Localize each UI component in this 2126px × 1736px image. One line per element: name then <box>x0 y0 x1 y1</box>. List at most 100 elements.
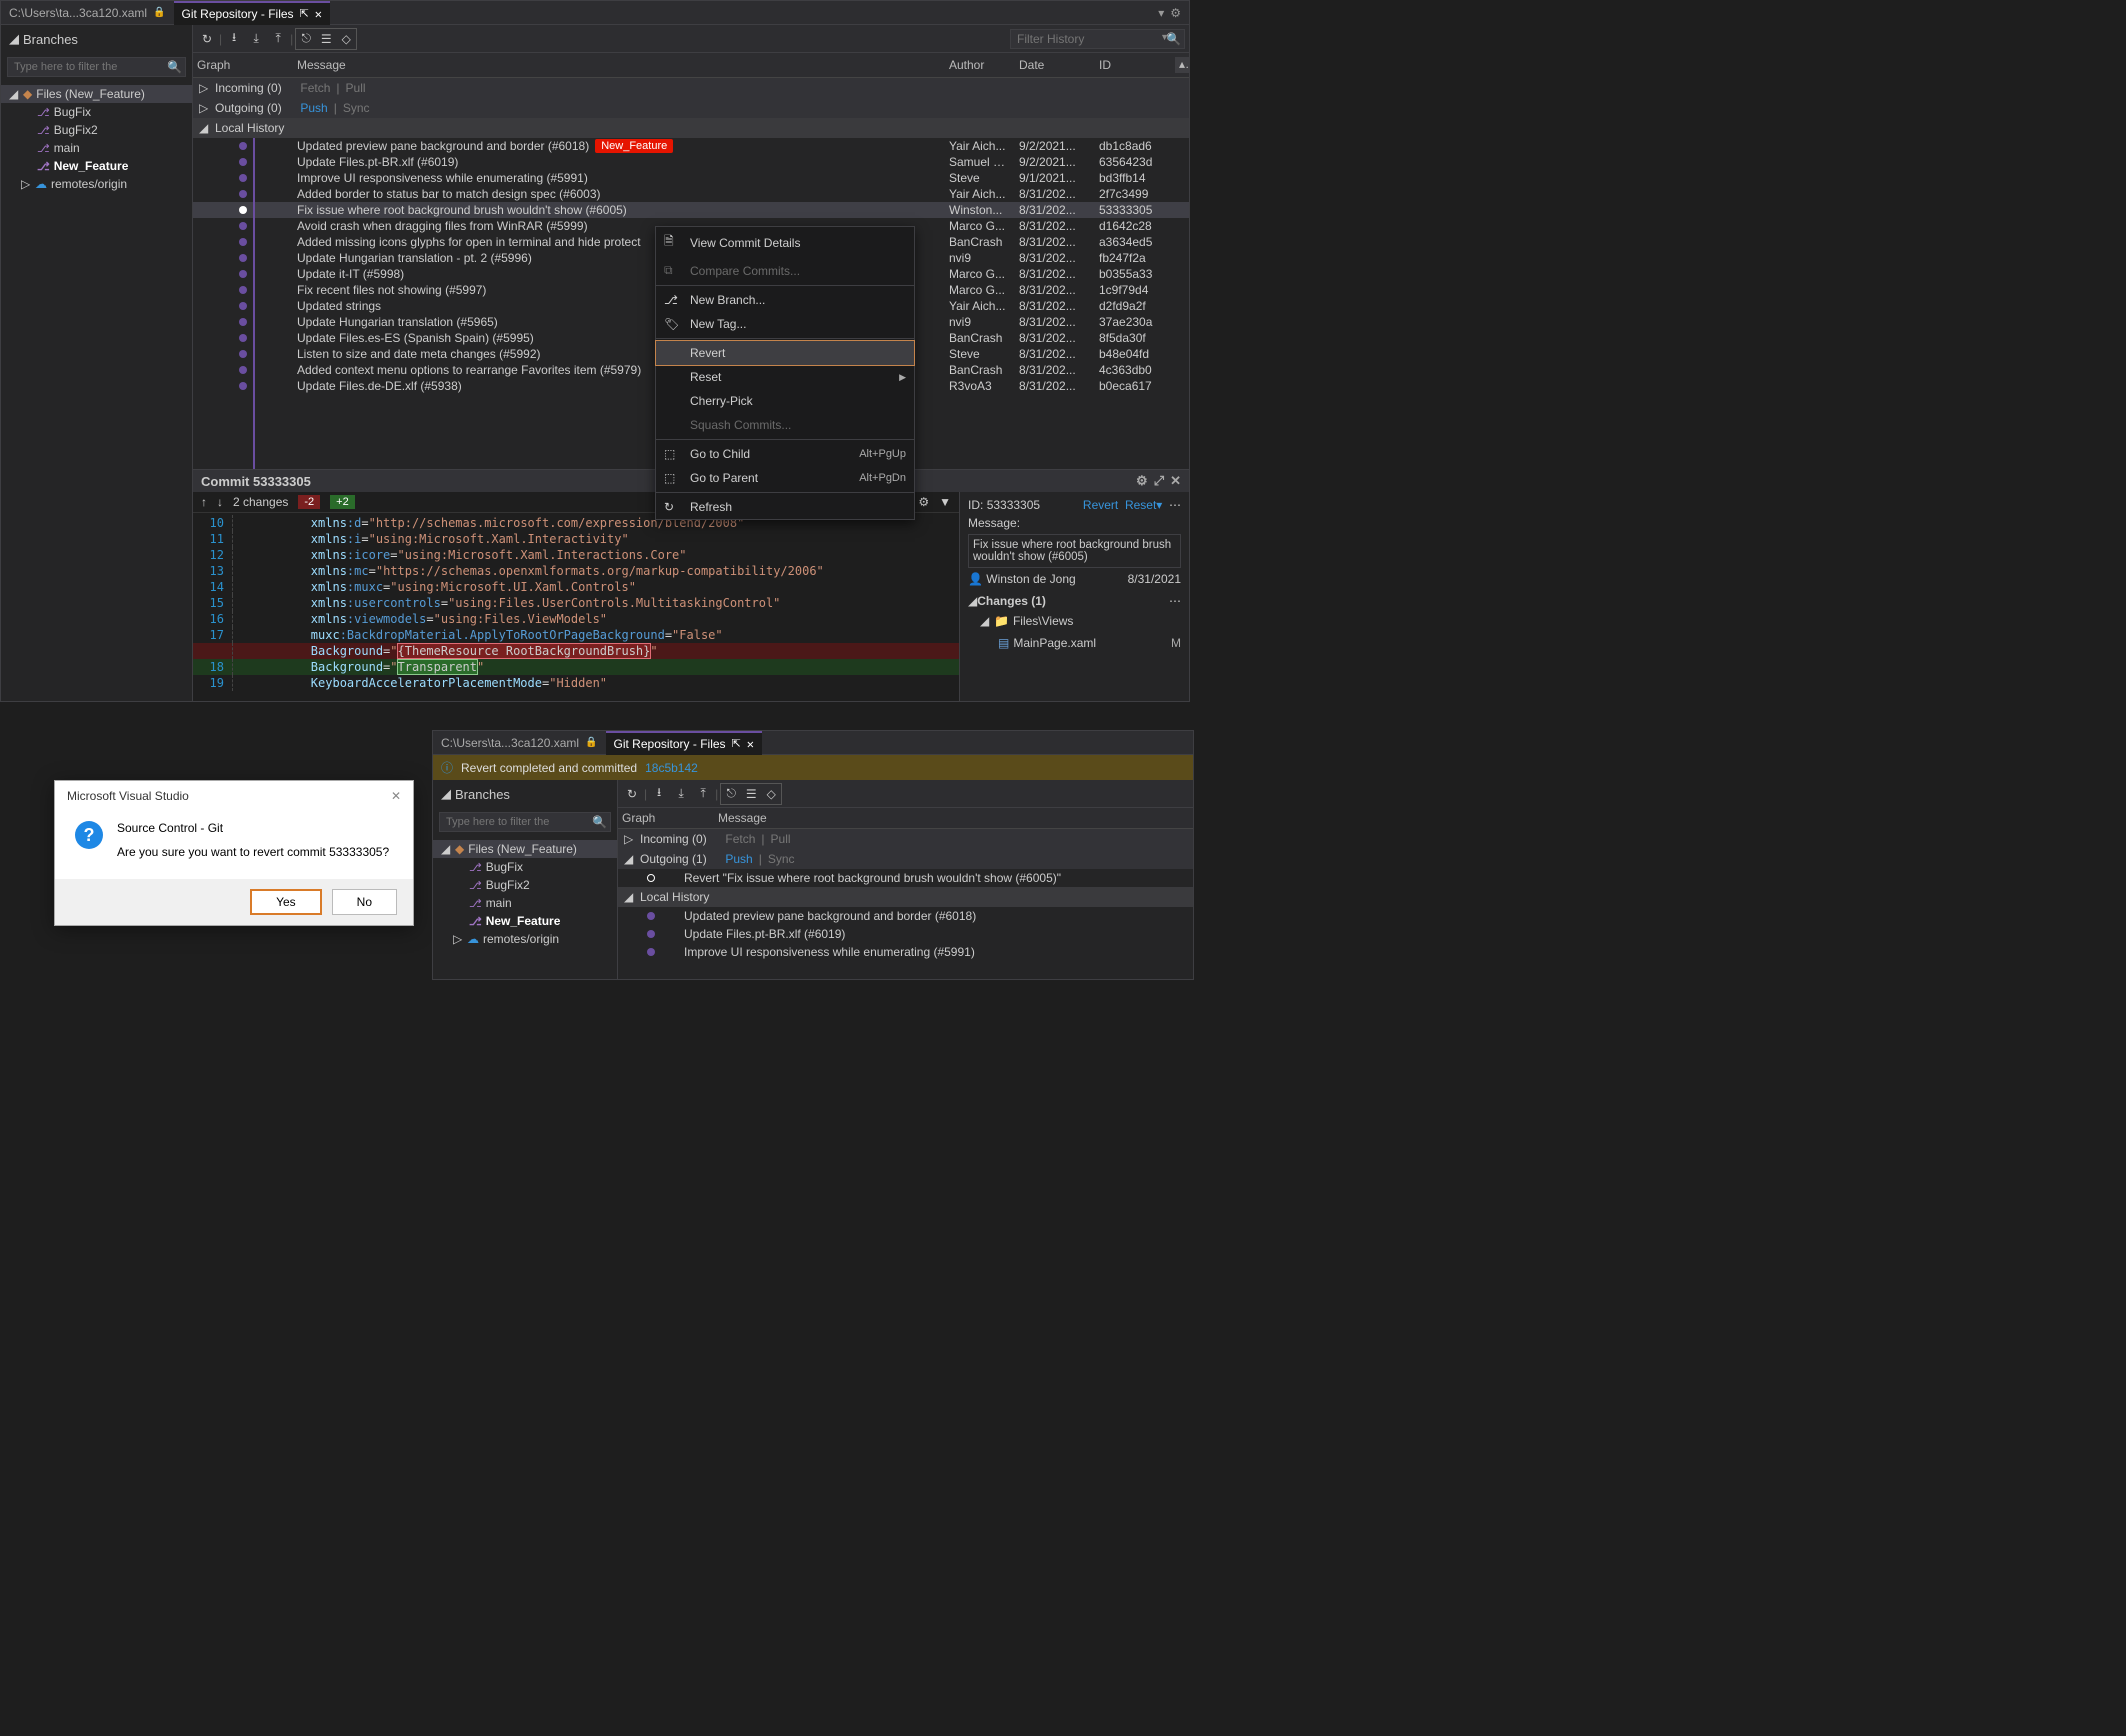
cloud-icon: ☁ <box>35 177 47 191</box>
local-history-header[interactable]: ◢Local History <box>193 118 1189 138</box>
more-icon[interactable]: ⋯ <box>1169 594 1181 608</box>
commit-link[interactable]: 18c5b142 <box>645 761 698 775</box>
menu-go-parent[interactable]: ⬚Go to ParentAlt+PgDn <box>656 466 914 490</box>
list-icon[interactable]: ☰ <box>741 784 761 804</box>
expand-icon[interactable]: ⤢ <box>1154 473 1164 489</box>
incoming-section[interactable]: ▷Incoming (0) Fetch|Pull <box>618 829 1193 849</box>
branch-bugfix[interactable]: ⎇BugFix <box>1 103 192 121</box>
outgoing-section[interactable]: ▷Outgoing (0) Push |Sync <box>193 98 1189 118</box>
chevron-down-icon[interactable]: ▼ <box>939 495 951 509</box>
menu-go-child[interactable]: ⬚Go to ChildAlt+PgUp <box>656 442 914 466</box>
more-icon[interactable]: ⋯ <box>1169 498 1181 512</box>
next-change-icon[interactable]: ↓ <box>217 495 223 509</box>
menu-revert[interactable]: Revert <box>656 341 914 365</box>
branch-root[interactable]: ◢◆Files (New_Feature) <box>433 840 617 858</box>
commit-row[interactable]: Improve UI responsiveness while enumerat… <box>618 943 1193 961</box>
menu-refresh[interactable]: ↻Refresh <box>656 495 914 519</box>
file-tab[interactable]: C:\Users\ta...3ca120.xaml 🔒 <box>433 732 606 754</box>
close-icon[interactable]: ✕ <box>315 7 322 21</box>
commit-row[interactable]: Updated preview pane background and bord… <box>618 907 1193 925</box>
list-icon[interactable]: ☰ <box>316 29 336 49</box>
commit-message: Fix recent files not showing (#5997) <box>297 283 486 297</box>
refresh-icon[interactable]: ↻ <box>622 784 642 804</box>
push-icon[interactable]: ⤒ <box>693 784 713 804</box>
branch-filter-input[interactable] <box>7 57 186 77</box>
remotes-node[interactable]: ▷ ☁ remotes/origin <box>1 175 192 193</box>
changed-file[interactable]: ▤ MainPage.xaml M <box>968 634 1181 652</box>
pull-icon[interactable]: ⤓ <box>246 29 266 49</box>
branch-root[interactable]: ◢ ◆ Files (New_Feature) <box>1 85 192 103</box>
filter-icon[interactable]: ◇ <box>761 784 781 804</box>
close-icon[interactable]: ✕ <box>1170 473 1181 489</box>
commit-id: d1642c28 <box>1095 219 1175 233</box>
search-icon[interactable]: 🔍 <box>1166 32 1181 46</box>
commit-author: Marco G... <box>945 267 1015 281</box>
file-tab[interactable]: C:\Users\ta...3ca120.xaml 🔒 <box>1 2 174 24</box>
outgoing-commit[interactable]: Revert "Fix issue where root background … <box>618 869 1193 887</box>
commit-row[interactable]: Fix issue where root background brush wo… <box>193 202 1189 218</box>
branch-main[interactable]: ⎇main <box>1 139 192 157</box>
branch-bugfix[interactable]: ⎇BugFix <box>433 858 617 876</box>
commit-message: Update Files.de-DE.xlf (#5938) <box>297 379 462 393</box>
pin-icon[interactable]: ⇱ <box>300 7 309 20</box>
gear-icon[interactable]: ⚙ <box>1170 6 1181 20</box>
reset-link[interactable]: Reset <box>1125 498 1156 512</box>
branch-main[interactable]: ⎇main <box>433 894 617 912</box>
prev-change-icon[interactable]: ↑ <box>201 495 207 509</box>
push-icon[interactable]: ⤒ <box>268 29 288 49</box>
commit-message: Added context menu options to rearrange … <box>297 363 641 377</box>
revert-link[interactable]: Revert <box>1083 498 1118 512</box>
menu-new-tag[interactable]: 🏷New Tag... <box>656 312 914 336</box>
menu-new-branch[interactable]: ⎇New Branch... <box>656 288 914 312</box>
commit-id: 4c363db0 <box>1095 363 1175 377</box>
pull-icon[interactable]: ⤓ <box>671 784 691 804</box>
branch-newfeature[interactable]: ⎇New_Feature <box>1 157 192 175</box>
graph-icon[interactable]: ⎋ <box>721 784 741 804</box>
commit-date: 8/31/202... <box>1015 347 1095 361</box>
branch-filter-input[interactable] <box>439 812 611 832</box>
branch-newfeature[interactable]: ⎇New_Feature <box>433 912 617 930</box>
gear-icon[interactable]: ⚙ <box>918 495 929 509</box>
commit-row[interactable]: Updated preview pane background and bord… <box>193 138 1189 154</box>
branch-icon: ⎇ <box>37 124 50 137</box>
commit-date: 8/31/202... <box>1015 187 1095 201</box>
incoming-section[interactable]: ▷Incoming (0) Fetch |Pull <box>193 78 1189 98</box>
commit-row[interactable]: Update Files.pt-BR.xlf (#6019) <box>618 925 1193 943</box>
scroll-up-icon[interactable]: ▴ <box>1175 57 1189 73</box>
branch-bugfix2[interactable]: ⎇BugFix2 <box>1 121 192 139</box>
window-menu-icon[interactable]: ▾ <box>1158 6 1164 20</box>
commit-id: db1c8ad6 <box>1095 139 1175 153</box>
repo-tab[interactable]: Git Repository - Files ⇱ ✕ <box>606 731 762 755</box>
commit-author: BanCrash <box>945 235 1015 249</box>
graph-icon[interactable]: ⎋ <box>296 29 316 49</box>
filter-icon[interactable]: ◇ <box>336 29 356 49</box>
menu-view-details[interactable]: 🗎View Commit Details <box>656 227 914 258</box>
gear-icon[interactable]: ⚙ <box>1136 473 1148 489</box>
commit-row[interactable]: Improve UI responsiveness while enumerat… <box>193 170 1189 186</box>
outgoing-section[interactable]: ◢Outgoing (1) Push|Sync <box>618 849 1193 869</box>
fetch-icon[interactable]: ⭳ <box>224 29 244 49</box>
close-icon[interactable]: ✕ <box>747 737 754 751</box>
refresh-icon[interactable]: ↻ <box>197 29 217 49</box>
menu-cherry-pick[interactable]: Cherry-Pick <box>656 389 914 413</box>
details-icon: 🗎 <box>664 232 690 253</box>
changed-folder[interactable]: ◢📁 Files\Views <box>968 612 1181 630</box>
yes-button[interactable]: Yes <box>250 889 322 915</box>
commit-row[interactable]: Added border to status bar to match desi… <box>193 186 1189 202</box>
commit-author: Yair Aich... <box>945 187 1015 201</box>
lock-icon: 🔒 <box>153 7 165 18</box>
branch-bugfix2[interactable]: ⎇BugFix2 <box>433 876 617 894</box>
fetch-icon[interactable]: ⭳ <box>649 784 669 804</box>
pin-icon[interactable]: ⇱ <box>732 737 741 750</box>
commit-date: 8/31/202... <box>1015 315 1095 329</box>
no-button[interactable]: No <box>332 889 397 915</box>
repo-tab[interactable]: Git Repository - Files ⇱ ✕ <box>174 1 330 25</box>
history-filter-input[interactable] <box>1010 29 1185 49</box>
commit-row[interactable]: Update Files.pt-BR.xlf (#6019)Samuel R..… <box>193 154 1189 170</box>
remotes-node[interactable]: ▷☁remotes/origin <box>433 930 617 948</box>
commit-author: nvi9 <box>945 251 1015 265</box>
chevron-down-icon[interactable]: ◢ <box>9 31 19 47</box>
close-icon[interactable]: ✕ <box>391 789 401 803</box>
menu-reset[interactable]: Reset▶ <box>656 365 914 389</box>
local-history-header[interactable]: ◢Local History <box>618 887 1193 907</box>
